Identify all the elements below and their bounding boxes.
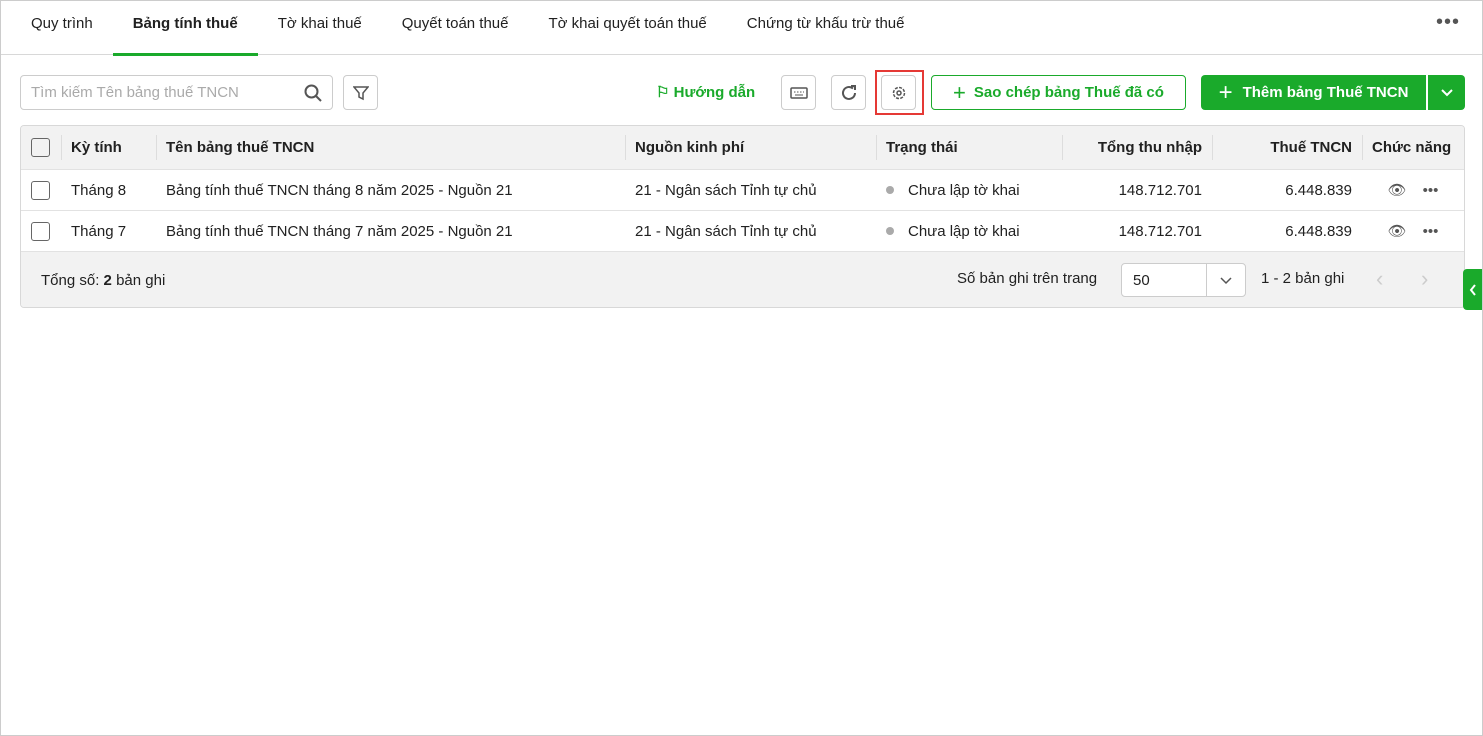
tab-quyet-toan-thue[interactable]: Quyết toán thuế bbox=[382, 1, 529, 55]
tab-bar: Quy trình Bảng tính thuế Tờ khai thuế Qu… bbox=[1, 1, 1482, 56]
chevron-down-icon bbox=[1440, 88, 1453, 96]
table-footer: Tổng số: 2 bản ghi Số bản ghi trên trang… bbox=[21, 252, 1464, 307]
search-placeholder: Tìm kiếm Tên bảng thuế TNCN bbox=[31, 84, 239, 101]
select-all-cell bbox=[21, 126, 61, 169]
col-status[interactable]: Trạng thái bbox=[876, 126, 1062, 169]
filter-button[interactable] bbox=[343, 75, 378, 110]
eye-icon[interactable]: 👁 bbox=[1388, 181, 1407, 199]
side-panel-toggle[interactable] bbox=[1463, 269, 1482, 310]
status-dot bbox=[886, 186, 894, 194]
table-row[interactable]: Tháng 7 Bảng tính thuế TNCN tháng 7 năm … bbox=[21, 211, 1464, 252]
row-checkbox[interactable] bbox=[31, 221, 50, 241]
more-icon[interactable]: ••• bbox=[1423, 223, 1439, 240]
eye-icon[interactable]: 👁 bbox=[1388, 222, 1407, 240]
total-count: 2 bbox=[103, 271, 112, 289]
refresh-icon bbox=[841, 84, 856, 100]
name-cell: Bảng tính thuế TNCN tháng 8 năm 2025 - N… bbox=[166, 181, 513, 199]
col-actions: Chức năng bbox=[1362, 126, 1464, 169]
col-period[interactable]: Kỳ tính bbox=[61, 126, 156, 169]
keyboard-icon bbox=[789, 86, 808, 99]
tab-to-khai-thue[interactable]: Tờ khai thuế bbox=[258, 1, 382, 55]
col-source[interactable]: Nguồn kinh phí bbox=[625, 126, 876, 169]
income-cell: 148.712.701 bbox=[1118, 181, 1202, 199]
next-page-icon[interactable]: › bbox=[1421, 266, 1428, 292]
row-select-cell bbox=[21, 211, 61, 251]
status-dot bbox=[886, 227, 894, 235]
filter-icon bbox=[352, 85, 369, 100]
add-tax-table-button[interactable]: + Thêm bảng Thuế TNCN bbox=[1201, 75, 1426, 110]
period-cell: Tháng 7 bbox=[71, 222, 127, 240]
col-income[interactable]: Tổng thu nhập bbox=[1062, 126, 1212, 169]
per-page-select[interactable]: 50 bbox=[1121, 263, 1246, 297]
status-text: Chưa lập tờ khai bbox=[908, 222, 1020, 240]
range-text: 1 - 2 bản ghi bbox=[1261, 270, 1345, 287]
per-page-value: 50 bbox=[1133, 272, 1150, 289]
refresh-button[interactable] bbox=[831, 75, 866, 110]
name-cell: Bảng tính thuế TNCN tháng 7 năm 2025 - N… bbox=[166, 222, 513, 240]
guide-link[interactable]: ⚐ Hướng dẫn bbox=[656, 83, 755, 101]
status-cell: Chưa lập tờ khai bbox=[876, 170, 1062, 210]
table-header: Kỳ tính Tên bảng thuế TNCN Nguồn kinh ph… bbox=[21, 126, 1464, 170]
source-cell: 21 - Ngân sách Tỉnh tự chủ bbox=[635, 222, 817, 240]
tab-to-khai-quyet-toan[interactable]: Tờ khai quyết toán thuế bbox=[529, 1, 727, 55]
income-cell: 148.712.701 bbox=[1118, 222, 1202, 240]
row-checkbox[interactable] bbox=[31, 180, 50, 200]
gear-icon bbox=[892, 86, 905, 99]
status-cell: Chưa lập tờ khai bbox=[876, 211, 1062, 251]
plus-icon: + bbox=[953, 79, 966, 105]
total-suffix: bản ghi bbox=[116, 271, 166, 289]
period-cell: Tháng 8 bbox=[71, 181, 127, 199]
actions-cell: 👁 ••• bbox=[1362, 211, 1464, 251]
tax-cell: 6.448.839 bbox=[1285, 181, 1352, 199]
copy-tax-table-button[interactable]: + Sao chép bảng Thuế đã có bbox=[931, 75, 1186, 110]
row-select-cell bbox=[21, 170, 61, 210]
signpost-icon: ⚐ bbox=[656, 84, 674, 101]
tab-quy-trinh[interactable]: Quy trình bbox=[11, 1, 113, 55]
settings-button[interactable] bbox=[881, 75, 916, 110]
total-label: Tổng số: bbox=[41, 271, 100, 289]
chevron-left-icon bbox=[1469, 283, 1476, 296]
select-all-checkbox[interactable] bbox=[31, 138, 50, 157]
copy-label: Sao chép bảng Thuế đã có bbox=[973, 84, 1164, 101]
per-page-label: Số bản ghi trên trang bbox=[957, 270, 1098, 287]
tab-chung-tu[interactable]: Chứng từ khấu trừ thuế bbox=[727, 1, 925, 55]
col-tax[interactable]: Thuế TNCN bbox=[1212, 126, 1362, 169]
add-dropdown-button[interactable] bbox=[1428, 75, 1465, 110]
status-text: Chưa lập tờ khai bbox=[908, 181, 1020, 199]
plus-icon: + bbox=[1218, 78, 1233, 106]
search-icon[interactable] bbox=[304, 84, 322, 102]
guide-label: Hướng dẫn bbox=[673, 84, 756, 101]
table-row[interactable]: Tháng 8 Bảng tính thuế TNCN tháng 8 năm … bbox=[21, 170, 1464, 211]
actions-cell: 👁 ••• bbox=[1362, 170, 1464, 210]
tax-cell: 6.448.839 bbox=[1285, 222, 1352, 240]
keyboard-button[interactable] bbox=[781, 75, 816, 110]
more-icon[interactable]: ••• bbox=[1423, 182, 1439, 199]
more-icon[interactable]: ••• bbox=[1436, 11, 1460, 34]
prev-page-icon[interactable]: ‹ bbox=[1376, 266, 1383, 292]
add-label: Thêm bảng Thuế TNCN bbox=[1242, 84, 1409, 101]
search-input[interactable]: Tìm kiếm Tên bảng thuế TNCN bbox=[20, 75, 333, 110]
col-name[interactable]: Tên bảng thuế TNCN bbox=[156, 126, 625, 169]
source-cell: 21 - Ngân sách Tỉnh tự chủ bbox=[635, 181, 817, 199]
chevron-down-icon bbox=[1220, 277, 1232, 285]
toolbar: Tìm kiếm Tên bảng thuế TNCN ⚐ Hướng dẫn … bbox=[20, 70, 1465, 115]
tab-bang-tinh-thue[interactable]: Bảng tính thuế bbox=[112, 1, 258, 56]
tax-table: Kỳ tính Tên bảng thuế TNCN Nguồn kinh ph… bbox=[20, 125, 1465, 308]
